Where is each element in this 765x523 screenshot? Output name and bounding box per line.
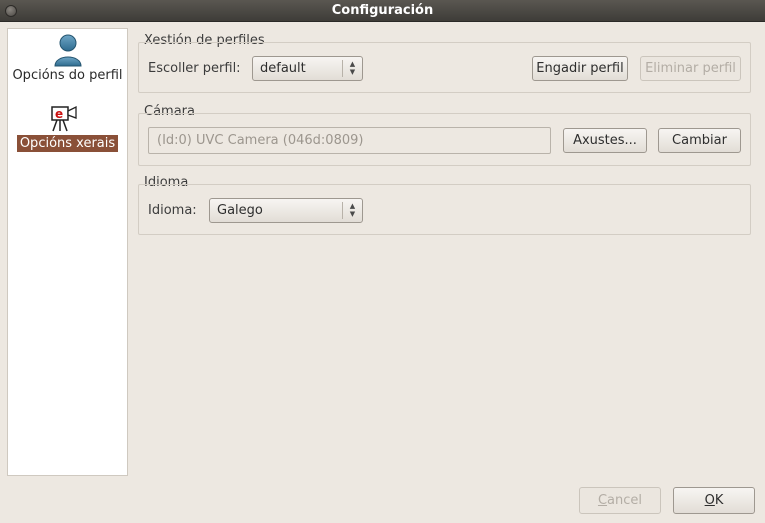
- cancel-label-rest: ancel: [607, 493, 643, 508]
- choose-profile-label: Escoller perfil:: [148, 61, 241, 76]
- language-combo-value: Galego: [217, 203, 263, 218]
- add-profile-button[interactable]: Engadir perfil: [532, 56, 628, 81]
- sidebar-item-general-options[interactable]: e Opcións xerais: [8, 103, 127, 152]
- cancel-button[interactable]: Cancel: [579, 487, 661, 514]
- profile-combo-value: default: [260, 61, 306, 76]
- svg-text:e: e: [55, 107, 63, 121]
- language-label: Idioma:: [148, 203, 197, 218]
- sidebar-item-profile-options[interactable]: Opcións do perfil: [8, 33, 127, 84]
- ok-button[interactable]: OK: [673, 487, 755, 514]
- remove-profile-button[interactable]: Eliminar perfil: [640, 56, 741, 81]
- camera-settings-button[interactable]: Axustes...: [563, 128, 647, 153]
- ok-label-rest: K: [714, 493, 724, 508]
- combo-arrows-icon: ▲ ▼: [342, 60, 362, 77]
- sidebar-item-label: Opcións xerais: [16, 135, 119, 152]
- sidebar: Opcións do perfil e Opcións xerais: [7, 28, 128, 476]
- camera-device-field[interactable]: (Id:0) UVC Camera (046d:0809): [148, 127, 551, 154]
- cancel-mnemonic: C: [597, 493, 608, 508]
- window-title: Configuración: [331, 3, 434, 18]
- window-body: Opcións do perfil e Opcións xerais Xesti…: [0, 22, 765, 523]
- camera-change-button[interactable]: Cambiar: [658, 128, 741, 153]
- user-profile-icon: [8, 33, 127, 67]
- sidebar-item-label: Opcións do perfil: [12, 68, 123, 83]
- profile-combo[interactable]: default ▲ ▼: [252, 56, 363, 81]
- combo-arrows-icon: ▲ ▼: [342, 202, 362, 219]
- title-bar[interactable]: Configuración: [0, 0, 765, 22]
- language-combo[interactable]: Galego ▲ ▼: [209, 198, 363, 223]
- camera-e-icon: e: [8, 103, 127, 135]
- camera-device-value: (Id:0) UVC Camera (046d:0809): [157, 133, 364, 148]
- ok-mnemonic: O: [704, 493, 715, 508]
